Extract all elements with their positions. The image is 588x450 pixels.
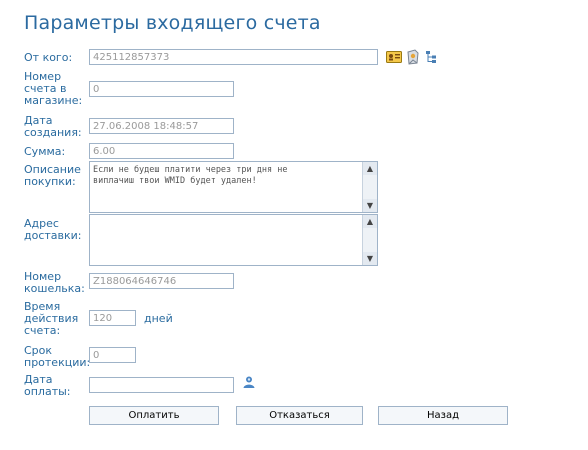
purse-field[interactable]: Z188064646746 [89, 273, 234, 289]
scroll-up-icon[interactable]: ▲ [363, 162, 377, 175]
description-textarea[interactable]: Если не будеш платити через три дня не в… [89, 161, 378, 213]
protection-field[interactable]: 0 [89, 347, 136, 363]
page-title: Параметры входящего счета [24, 12, 321, 34]
address-scrollbar[interactable]: ▲ ▼ [362, 215, 377, 265]
tree-icon[interactable] [425, 50, 439, 64]
purse-label: Номер кошелька: [24, 270, 85, 295]
validity-field[interactable]: 120 [89, 310, 136, 326]
scroll-up-icon[interactable]: ▲ [363, 215, 377, 228]
description-text: Если не будеш платити через три дня не в… [93, 165, 288, 186]
pay-date-field[interactable] [89, 377, 234, 393]
amount-field[interactable]: 6.00 [89, 143, 234, 159]
from-label: От кого: [24, 51, 73, 64]
contact-edit-icon[interactable] [406, 49, 420, 65]
scroll-down-icon[interactable]: ▼ [363, 252, 377, 265]
created-label: Дата создания: [24, 114, 82, 139]
contact-card-icon[interactable] [386, 50, 402, 64]
pay-date-label: Дата оплаты: [24, 373, 71, 398]
validity-label: Время действия счета: [24, 300, 79, 337]
protection-label: Срок протекции: [24, 344, 91, 369]
store-invoice-field[interactable]: 0 [89, 81, 234, 97]
description-scrollbar[interactable]: ▲ ▼ [362, 162, 377, 212]
validity-unit: дней [144, 312, 173, 325]
back-button[interactable]: Назад [378, 406, 508, 425]
description-label: Описание покупки: [24, 163, 81, 188]
refuse-button[interactable]: Отказаться [236, 406, 363, 425]
store-invoice-label: Номер счета в магазине: [24, 70, 83, 107]
address-label: Адрес доставки: [24, 217, 82, 242]
scroll-down-icon[interactable]: ▼ [363, 199, 377, 212]
from-field[interactable]: 425112857373 [89, 49, 378, 65]
address-textarea[interactable]: ▲ ▼ [89, 214, 378, 266]
created-field[interactable]: 27.06.2008 18:48:57 [89, 118, 234, 134]
amount-label: Сумма: [24, 145, 66, 158]
calendar-user-icon[interactable] [242, 375, 256, 389]
pay-button[interactable]: Оплатить [89, 406, 219, 425]
